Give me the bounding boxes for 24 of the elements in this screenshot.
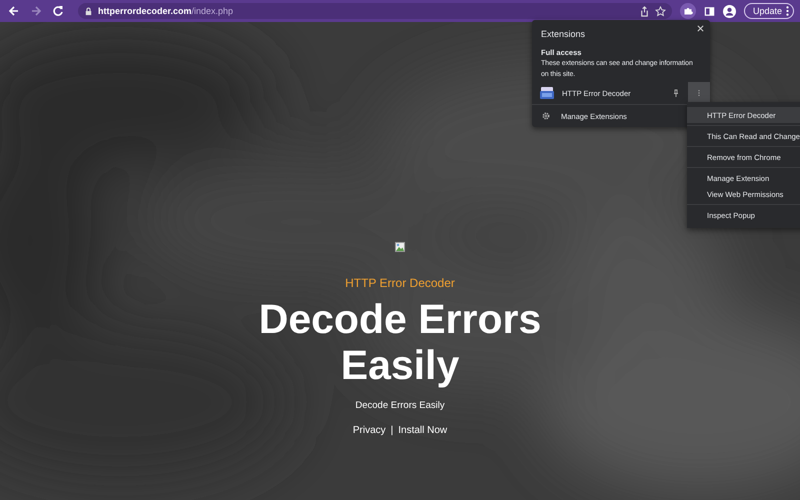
star-icon[interactable] (654, 6, 666, 16)
broken-image-icon (395, 242, 405, 252)
footer-link[interactable]: Install Now (398, 425, 448, 436)
extension-icon (540, 87, 554, 99)
footer-link[interactable]: Privacy (352, 425, 386, 436)
url-text: httperrordecoder.com/index.php (98, 6, 234, 16)
separator-text: | (390, 425, 394, 436)
pin-icon[interactable] (672, 89, 680, 97)
extensions-button[interactable] (680, 3, 696, 19)
side-panel-icon[interactable] (704, 6, 715, 16)
update-button[interactable]: Update (744, 3, 794, 19)
profile-icon[interactable] (722, 4, 736, 18)
more-icon (786, 6, 789, 16)
lock-icon (84, 6, 93, 16)
gear-icon (542, 112, 550, 120)
popup-title: Extensions (541, 29, 586, 39)
subtitle: Decode Errors Easily (355, 400, 445, 411)
headline: Decode Errors Easily (258, 296, 542, 388)
eyebrow-text: HTTP Error Decoder (345, 276, 455, 290)
share-icon[interactable] (638, 6, 650, 16)
reload-button[interactable] (52, 5, 64, 17)
address-bar[interactable]: httperrordecoder.com/index.php (78, 3, 672, 19)
close-icon[interactable] (697, 25, 704, 32)
back-button[interactable] (8, 5, 20, 17)
